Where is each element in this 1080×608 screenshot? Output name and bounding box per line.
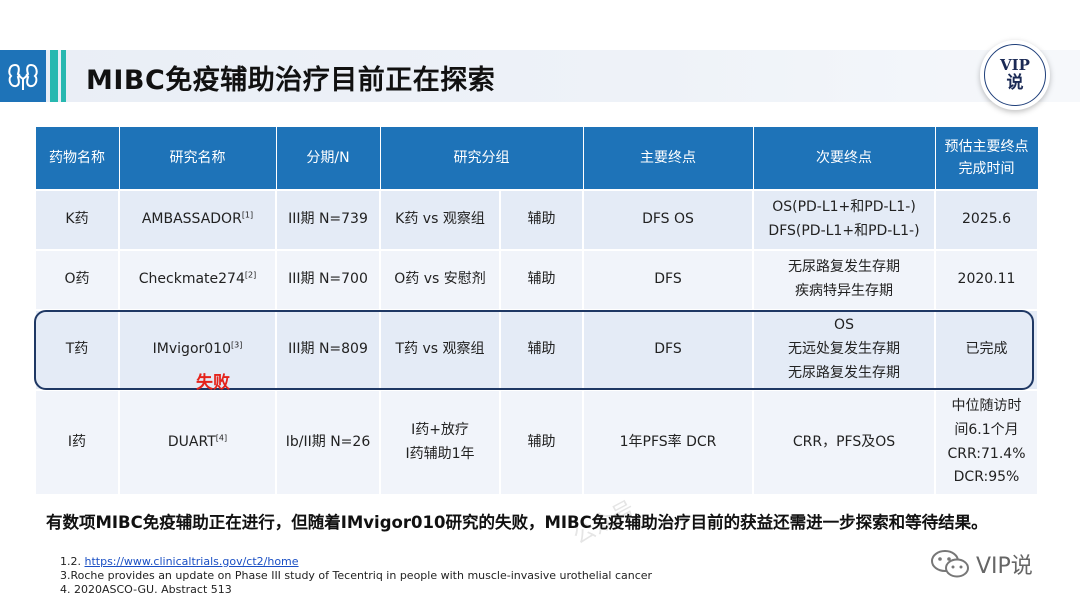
- cell-group: I药+放疗 I药辅助1年: [379, 389, 501, 494]
- page-title: MIBC免疫辅助治疗目前正在探索: [86, 65, 496, 96]
- references: 1.2. https://www.clinicaltrials.gov/ct2/…: [60, 555, 652, 597]
- reference-prefix: 1.2.: [60, 555, 85, 568]
- cell-group: T药 vs 观察组: [379, 309, 501, 390]
- col-header-completion: 预估主要终点完成时间: [934, 127, 1039, 190]
- ref-marker: [3]: [230, 340, 243, 350]
- secondary-line: OS(PD-L1+和PD-L1-): [772, 199, 916, 216]
- cell-setting: 辅助: [499, 309, 584, 390]
- cell-study: DUART[4]: [118, 389, 277, 494]
- cell-completion: 2025.6: [934, 189, 1039, 250]
- cell-stage: III期 N=809: [275, 309, 381, 390]
- cell-secondary: CRR，PFS及OS: [752, 389, 936, 494]
- group-line: I药辅助1年: [405, 445, 475, 462]
- cell-completion: 2020.11: [934, 249, 1039, 310]
- accent-bar: [50, 50, 58, 102]
- cell-setting: 辅助: [499, 189, 584, 250]
- cell-secondary: 无尿路复发生存期 疾病特异生存期: [752, 249, 936, 310]
- group-line: I药+放疗: [411, 421, 469, 438]
- cell-stage: III期 N=700: [275, 249, 381, 310]
- completion-line: 中位随访时: [951, 397, 1022, 414]
- cell-secondary: OS(PD-L1+和PD-L1-) DFS(PD-L1+和PD-L1-): [752, 189, 936, 250]
- vip-badge-line1: VIP: [1000, 56, 1030, 75]
- cell-stage: Ib/II期 N=26: [275, 389, 381, 494]
- reference-3: 4. 2020ASCO-GU. Abstract 513: [60, 583, 232, 596]
- col-header-stage: 分期/N: [275, 127, 381, 190]
- col-header-secondary: 次要终点: [752, 127, 936, 190]
- cell-setting: 辅助: [499, 249, 584, 310]
- cell-primary: DFS: [582, 309, 754, 390]
- col-header-study: 研究名称: [118, 127, 277, 190]
- cell-stage: III期 N=739: [275, 189, 381, 250]
- failure-label: 失败: [196, 373, 230, 393]
- cell-primary: DFS OS: [582, 189, 754, 250]
- cell-drug: I药: [34, 389, 120, 494]
- table-row: O药 Checkmate274[2] III期 N=700 O药 vs 安慰剂 …: [34, 249, 1039, 310]
- kidney-logo-icon: [0, 50, 46, 102]
- vip-badge: VIP 说: [980, 40, 1050, 110]
- clinicaltrials-link[interactable]: https://www.clinicaltrials.gov/ct2/home: [85, 555, 299, 568]
- cell-group: K药 vs 观察组: [379, 189, 501, 250]
- cell-primary: 1年PFS率 DCR: [582, 389, 754, 494]
- study-name: IMvigor010: [152, 341, 231, 358]
- conclusion-text: 有数项MIBC免疫辅助正在进行，但随着IMvigor010研究的失败，MIBC免…: [46, 513, 988, 532]
- cell-study: Checkmate274[2]: [118, 249, 277, 310]
- brand-label: VIP说: [976, 554, 1033, 579]
- secondary-line: 无远处复发生存期: [788, 341, 900, 358]
- completion-line: DCR:95%: [953, 469, 1020, 486]
- secondary-line: DFS(PD-L1+和PD-L1-): [768, 223, 920, 239]
- cell-completion: 已完成: [934, 309, 1039, 390]
- table-row: K药 AMBASSADOR[1] III期 N=739 K药 vs 观察组 辅助…: [34, 189, 1039, 250]
- secondary-line: 无尿路复发生存期: [788, 259, 900, 276]
- cell-drug: T药: [34, 309, 120, 390]
- reference-1: 1.2. https://www.clinicaltrials.gov/ct2/…: [60, 555, 652, 569]
- secondary-line: 无尿路复发生存期: [788, 364, 900, 381]
- ref-marker: [4]: [215, 432, 228, 442]
- brand-watermark: VIP说: [930, 548, 1033, 580]
- col-header-group: 研究分组: [379, 127, 584, 190]
- cell-study: AMBASSADOR[1]: [118, 189, 277, 250]
- cell-group: O药 vs 安慰剂: [379, 249, 501, 310]
- study-name: DUART: [167, 433, 216, 450]
- col-header-drug: 药物名称: [34, 127, 120, 190]
- table-header-row: 药物名称 研究名称 分期/N 研究分组 主要终点 次要终点 预估主要终点完成时间: [34, 127, 1039, 190]
- accent-bar-thin: [61, 50, 66, 102]
- table-row: T药 IMvigor010[3] III期 N=809 T药 vs 观察组 辅助…: [34, 309, 1039, 390]
- secondary-line: 疾病特异生存期: [795, 283, 893, 299]
- cell-completion: 中位随访时 间6.1个月 CRR:71.4% DCR:95%: [934, 389, 1039, 494]
- cell-drug: O药: [34, 249, 120, 310]
- completion-line: 间6.1个月: [954, 421, 1019, 438]
- trials-table: 药物名称 研究名称 分期/N 研究分组 主要终点 次要终点 预估主要终点完成时间…: [34, 127, 1039, 494]
- secondary-line: OS: [834, 317, 854, 334]
- ref-marker: [1]: [241, 210, 254, 220]
- ref-marker: [2]: [244, 270, 257, 280]
- cell-secondary: OS 无远处复发生存期 无尿路复发生存期: [752, 309, 936, 390]
- reference-2: 3.Roche provides an update on Phase III …: [60, 569, 653, 582]
- wechat-icon: [931, 550, 969, 578]
- study-name: Checkmate274: [138, 271, 245, 288]
- cell-drug: K药: [34, 189, 120, 250]
- col-header-primary: 主要终点: [582, 127, 754, 190]
- study-name: AMBASSADOR: [141, 211, 242, 228]
- cell-primary: DFS: [582, 249, 754, 310]
- completion-line: CRR:71.4%: [947, 445, 1026, 462]
- cell-setting: 辅助: [499, 389, 584, 494]
- vip-badge-line2: 说: [1006, 72, 1024, 93]
- table-row: I药 DUART[4] Ib/II期 N=26 I药+放疗 I药辅助1年 辅助 …: [34, 389, 1039, 494]
